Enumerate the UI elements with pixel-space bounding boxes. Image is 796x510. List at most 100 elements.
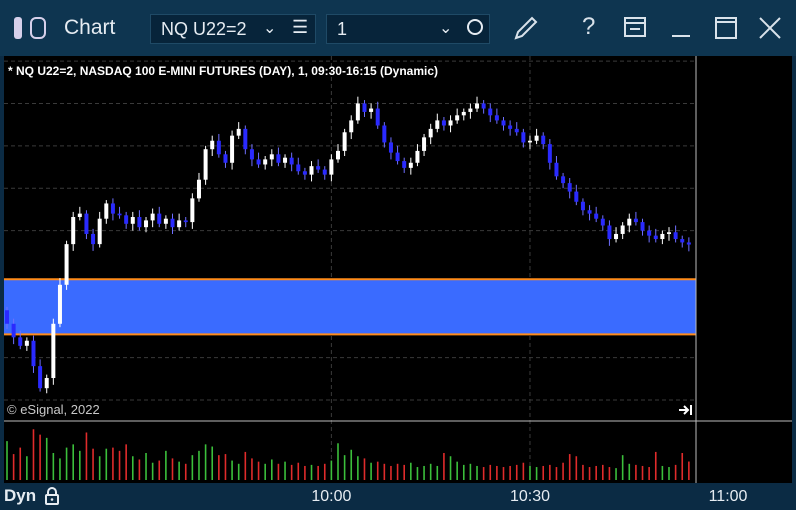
candle-body [5, 310, 9, 324]
candle-body [673, 232, 678, 240]
candle-body [183, 220, 188, 223]
candle-body [481, 103, 486, 109]
chevron-down-icon[interactable]: ⌄ [263, 18, 276, 38]
app-icon-outline [30, 17, 46, 39]
chevron-down-icon[interactable]: ⌄ [439, 18, 452, 38]
candle-body [236, 128, 241, 136]
printer-icon[interactable] [622, 14, 650, 42]
candle-body [441, 120, 446, 126]
help-icon[interactable]: ? [582, 13, 595, 41]
candle-body [44, 378, 49, 389]
copyright-label: © eSignal, 2022 [7, 402, 100, 417]
candle-body [18, 337, 23, 346]
dynamic-mode-label[interactable]: Dyn [4, 486, 36, 506]
app-icon [14, 17, 22, 39]
candle-body [508, 125, 513, 129]
candle-body [177, 220, 182, 228]
time-tick-label: 10:30 [509, 488, 551, 505]
chart-header: * NQ U22=2, NASDAQ 100 E-MINI FUTURES (D… [8, 64, 438, 78]
symbol-value[interactable]: NQ U22=2 [161, 19, 247, 40]
close-icon[interactable] [756, 14, 784, 42]
candle-body [600, 218, 605, 226]
candle-body [71, 217, 76, 245]
candle-body [660, 233, 665, 240]
candle-body [223, 154, 228, 163]
minimize-icon[interactable] [668, 14, 696, 42]
candle-body [667, 232, 671, 234]
candle-body [461, 111, 466, 116]
candle-body [31, 340, 36, 367]
lock-icon[interactable] [44, 487, 60, 505]
candle-body [51, 323, 56, 379]
clock-icon[interactable] [467, 19, 483, 35]
candle-body [653, 235, 658, 240]
candle-body [316, 166, 321, 170]
candle-body [382, 125, 387, 143]
menu-icon[interactable]: ☰ [292, 17, 308, 38]
candle-body [422, 137, 427, 151]
candle-body [501, 120, 506, 126]
candle-body [190, 198, 195, 223]
candle-body [302, 171, 307, 175]
candle-body [455, 115, 460, 121]
candle-body [157, 213, 162, 224]
candle-body [494, 115, 499, 121]
candle-body [117, 213, 122, 216]
time-tick-label: 11:00 [708, 488, 748, 505]
candle-body [342, 132, 347, 151]
chart-area[interactable]: 12950.0012925.0012900.0012875.0012850.00… [4, 53, 792, 504]
candle-body [276, 154, 281, 163]
candle-body [163, 218, 168, 224]
candle-body [369, 108, 374, 112]
candle-body [322, 169, 327, 175]
candle-body [130, 217, 135, 224]
candle-body [11, 323, 16, 338]
candle-body [388, 142, 393, 153]
candle-body [428, 128, 433, 138]
candle-body [57, 284, 62, 324]
candle-body [574, 191, 579, 202]
pencil-icon[interactable] [510, 12, 542, 44]
candle-body [527, 140, 532, 143]
candle-body [24, 340, 29, 346]
candle-body [269, 154, 274, 160]
candle-body [216, 140, 221, 155]
candle-body [362, 103, 367, 112]
candle-body [448, 120, 453, 126]
interval-selector[interactable]: 1 ⌄ [326, 14, 490, 44]
candle-body [196, 179, 201, 199]
candle-body [594, 213, 599, 219]
footer-bar [0, 483, 796, 510]
candle-body [77, 213, 82, 218]
candle-body [329, 159, 334, 175]
candle-body [402, 161, 407, 168]
zone-band[interactable] [4, 279, 696, 335]
candle-body [435, 120, 440, 129]
candle-body [243, 128, 248, 150]
candle-body [256, 159, 261, 165]
symbol-selector[interactable]: NQ U22=2 ⌄ ☰ [150, 14, 316, 44]
candle-body [541, 135, 546, 145]
price-chart[interactable]: 12950.0012925.0012900.0012875.0012850.00… [4, 53, 792, 504]
candle-body [395, 152, 400, 162]
candle-body [144, 220, 149, 228]
candle-body [633, 218, 638, 223]
candle-body [580, 201, 585, 211]
price-axis-panel [696, 56, 792, 504]
candle-body [110, 203, 115, 214]
maximize-icon[interactable] [712, 14, 740, 42]
candle-body [567, 183, 572, 192]
candle-body [296, 164, 301, 172]
candle-body [104, 203, 109, 219]
candle-body [170, 218, 175, 228]
candle-body [554, 162, 559, 177]
candle-body [640, 222, 645, 231]
candle-body [587, 210, 592, 214]
candle-body [534, 135, 539, 141]
candle-body [137, 217, 142, 228]
candle-body [249, 149, 254, 160]
candle-body [336, 150, 340, 160]
candle-body [647, 230, 652, 236]
interval-value[interactable]: 1 [337, 19, 347, 40]
scroll-to-end-icon[interactable] [679, 405, 692, 415]
